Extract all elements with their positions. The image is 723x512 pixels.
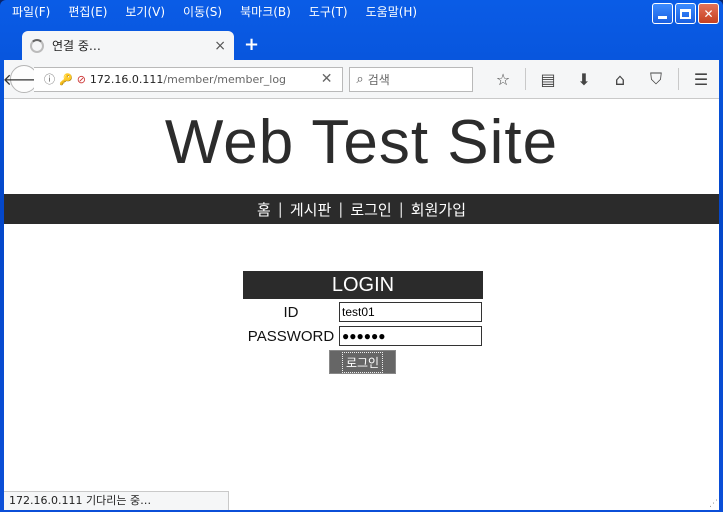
site-title: Web Test Site (164, 108, 559, 177)
login-submit-button[interactable]: 로그인 (329, 350, 396, 374)
login-header: LOGIN (243, 271, 483, 299)
nav-link-login[interactable]: 로그인 (350, 199, 391, 220)
bookmark-star-icon[interactable]: ☆ (485, 70, 521, 89)
close-icon: ✕ (703, 6, 714, 21)
search-icon: ⌕ (356, 71, 364, 87)
maximize-icon (680, 8, 691, 19)
id-row: ID test01 (243, 301, 483, 323)
browser-window: 파일(F) 편집(E) 보기(V) 이동(S) 북마크(B) 도구(T) 도움말… (0, 0, 723, 512)
nav-separator: | (338, 200, 344, 218)
minimize-icon (658, 16, 667, 19)
login-form: LOGIN ID test01 PASSWORD ●●●●●● 로그인 (243, 271, 483, 374)
menu-tools[interactable]: 도구(T) (309, 3, 348, 20)
search-input[interactable]: ⌕ 검색 (349, 66, 473, 92)
login-submit-label: 로그인 (341, 351, 384, 373)
new-tab-button[interactable]: + (244, 34, 259, 55)
info-icon[interactable]: ⓘ (44, 71, 55, 87)
site-nav-bar: 홈 | 게시판 | 로그인 | 회원가입 (4, 194, 719, 224)
download-icon[interactable]: ⬇ (566, 70, 602, 89)
toolbar-separator (678, 68, 679, 90)
menu-file[interactable]: 파일(F) (12, 3, 50, 20)
menu-edit[interactable]: 편집(E) (68, 3, 107, 20)
page-content: Web Test Site 홈 | 게시판 | 로그인 | 회원가입 LOGIN… (4, 99, 719, 510)
toolbar-icons: ☆ ▤ ⬇ ⌂ ⛉ ☰ (485, 68, 719, 90)
id-input[interactable]: test01 (339, 302, 482, 322)
insecure-lock-icon: ⊘ (76, 72, 86, 86)
close-window-button[interactable]: ✕ (698, 3, 719, 24)
home-icon[interactable]: ⌂ (602, 70, 638, 89)
nav-link-home[interactable]: 홈 (257, 199, 271, 220)
password-row: PASSWORD ●●●●●● (243, 325, 483, 347)
password-label: PASSWORD (247, 327, 335, 345)
menu-history[interactable]: 이동(S) (183, 3, 222, 20)
stop-loading-icon[interactable]: ✕ (321, 71, 333, 87)
resize-grip-icon[interactable]: ⋰ (709, 499, 719, 509)
nav-separator: | (398, 200, 404, 218)
toolbar-separator (525, 68, 526, 90)
pocket-icon[interactable]: ⛉ (638, 69, 674, 89)
url-host: 172.16.0.111 (89, 72, 164, 86)
nav-toolbar: 🡐 ⓘ 🔑 ⊘ 172.16.0.111/member/member_log ✕… (3, 60, 719, 99)
maximize-button[interactable] (675, 3, 696, 24)
search-placeholder: 검색 (367, 72, 390, 87)
nav-link-board[interactable]: 게시판 (290, 199, 331, 220)
tab-strip: 연결 중… × + (4, 28, 719, 60)
tab-title: 연결 중… (52, 39, 101, 53)
menu-bookmarks[interactable]: 북마크(B) (240, 3, 291, 20)
nav-link-signup[interactable]: 회원가입 (411, 199, 466, 220)
url-text[interactable]: 172.16.0.111/member/member_log (90, 73, 321, 86)
status-bar: 172.16.0.111 기다리는 중… (4, 491, 229, 510)
menu-view[interactable]: 보기(V) (125, 3, 165, 20)
id-label: ID (283, 303, 299, 321)
url-path: /member/member_log (163, 72, 287, 86)
hamburger-menu-icon[interactable]: ☰ (683, 70, 719, 89)
key-icon: 🔑 (59, 72, 73, 86)
address-bar[interactable]: ⓘ 🔑 ⊘ 172.16.0.111/member/member_log ✕ (34, 66, 344, 92)
minimize-button[interactable] (652, 3, 673, 24)
tab-active[interactable]: 연결 중… × (22, 31, 234, 60)
password-input[interactable]: ●●●●●● (339, 326, 482, 346)
nav-separator: | (277, 200, 283, 218)
menu-help[interactable]: 도움말(H) (366, 3, 418, 20)
menu-bar: 파일(F) 편집(E) 보기(V) 이동(S) 북마크(B) 도구(T) 도움말… (4, 0, 427, 22)
reading-list-icon[interactable]: ▤ (530, 70, 566, 89)
tab-close-icon[interactable]: × (214, 38, 226, 54)
window-controls: ✕ (652, 3, 719, 24)
loading-spinner-icon (30, 38, 44, 53)
